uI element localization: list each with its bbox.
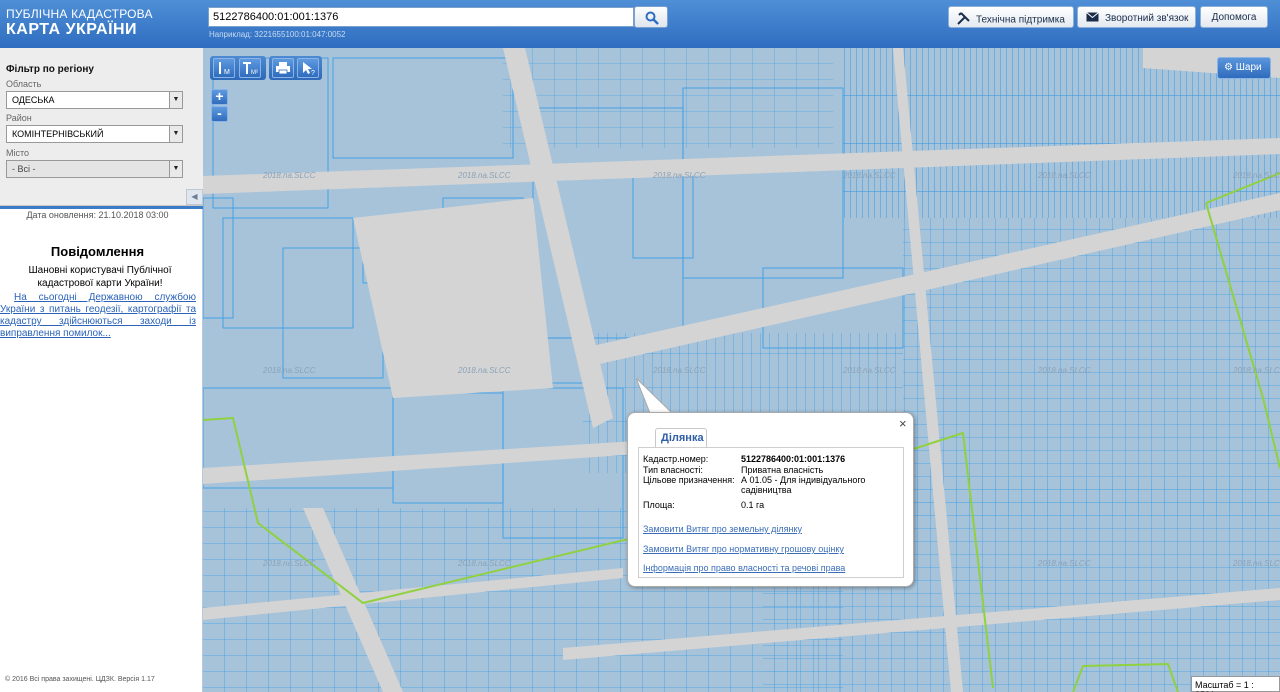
chevron-down-icon: ▼: [169, 161, 182, 177]
svg-text:M: M: [224, 69, 230, 76]
filter-title: Фільтр по регіону: [6, 64, 94, 75]
area-ruler-icon: M²: [243, 62, 258, 76]
raion-value: КОМІНТЕРНІВСЬКИЙ: [12, 129, 104, 139]
print-identify-toolbar: ?: [269, 56, 322, 80]
svg-text:?: ?: [311, 70, 315, 77]
tools-icon: [957, 12, 970, 28]
zoom-out-button[interactable]: -: [211, 106, 228, 122]
help-button[interactable]: Допомога: [1200, 6, 1268, 28]
map-watermark: 2018.na.SLCC: [1232, 366, 1280, 375]
raion-select[interactable]: КОМІНТЕРНІВСЬКИЙ ▼: [6, 125, 183, 143]
map-watermark: 2018.na.SLCC: [842, 171, 896, 180]
measure-distance-button[interactable]: M: [213, 58, 235, 78]
field-key: Тип власності:: [643, 465, 703, 475]
map-watermark: 2018.na.SLCC: [457, 366, 511, 375]
notice-link[interactable]: На сьогодні Державною службою України з …: [0, 292, 196, 340]
logo-line1: ПУБЛІЧНА КАДАСТРОВА: [6, 7, 153, 21]
field-key: Кадастр.номер:: [643, 454, 709, 464]
parcel-details: Кадастр.номер: 5122786400:01:001:1376 Ти…: [638, 447, 904, 578]
map-watermark: 2018.na.SLCC: [1037, 559, 1091, 568]
field-value: Приватна власність: [741, 465, 824, 475]
left-sidebar: Фільтр по регіону Область ОДЕСЬКА ▼ Райо…: [0, 48, 203, 692]
close-icon[interactable]: ×: [899, 416, 907, 431]
oblast-label: Область: [6, 79, 42, 89]
region-filter-panel: Фільтр по регіону Область ОДЕСЬКА ▼ Райо…: [0, 48, 203, 206]
print-button[interactable]: [272, 58, 294, 78]
field-key: Площа:: [643, 500, 675, 510]
feedback-label: Зворотний зв'язок: [1105, 13, 1189, 25]
measure-area-button[interactable]: M²: [239, 58, 261, 78]
map-watermark: 2018.na.SLCC: [1037, 171, 1091, 180]
notice-title: Повідомлення: [50, 244, 145, 259]
collapse-sidebar-button[interactable]: ◀: [186, 189, 203, 205]
printer-icon: [276, 62, 290, 75]
tab-parcel[interactable]: Ділянка: [655, 428, 707, 448]
map-watermark: 2018.na.SLCC: [262, 559, 316, 568]
gear-icon: ⚙: [1224, 62, 1233, 73]
identify-button[interactable]: ?: [297, 58, 319, 78]
logo-line2: КАРТА УКРАЇНИ: [6, 21, 138, 38]
map-watermark: 2018.na.SLCC: [1232, 559, 1280, 568]
field-value: 0.1 га: [741, 500, 765, 510]
map-canvas[interactable]: 2018.na.SLCC 2018.na.SLCC 2018.na.SLCC 2…: [203, 48, 1280, 692]
field-value: 5122786400:01:001:1376: [741, 454, 846, 464]
ownership-info-link[interactable]: Інформація про право власності та речові…: [643, 563, 845, 573]
map-watermark: 2018.na.SLCC: [262, 171, 316, 180]
measure-toolbar: M M²: [210, 56, 266, 80]
cadastral-search-input[interactable]: 5122786400:01:001:1376: [208, 7, 634, 27]
ruler-icon: M: [219, 62, 230, 76]
header: ПУБЛІЧНА КАДАСТРОВА КАРТА УКРАЇНИ 512278…: [0, 0, 1280, 48]
envelope-icon: [1086, 12, 1099, 25]
order-land-extract-link[interactable]: Замовити Витяг про земельну ділянку: [643, 524, 802, 534]
search-hint: Наприклад: 3221655100:01:047:0052: [209, 30, 346, 39]
oblast-value: ОДЕСЬКА: [12, 95, 55, 105]
search-button[interactable]: [634, 6, 668, 28]
parcel-info-popup: × Ділянка Кадастр.номер: 5122786400:01:0…: [627, 412, 914, 587]
map-watermark: 2018.na.SLCC: [1232, 171, 1280, 180]
support-label: Технічна підтримка: [976, 14, 1065, 26]
update-date: Дата оновлення: 21.10.2018 03:00: [26, 210, 169, 220]
misto-select[interactable]: - Всі - ▼: [6, 160, 183, 178]
map-watermark: 2018.na.SLCC: [842, 366, 896, 375]
field-value: А 01.05 - Для індивідуального садівництв…: [741, 475, 866, 495]
layers-label: Шари: [1235, 62, 1262, 73]
cadastral-map[interactable]: 2018.na.SLCC 2018.na.SLCC 2018.na.SLCC 2…: [203, 48, 1280, 692]
site-logo[interactable]: ПУБЛІЧНА КАДАСТРОВА КАРТА УКРАЇНИ: [6, 8, 153, 39]
map-watermark: 2018.na.SLCC: [652, 366, 706, 375]
field-key: Цільове призначення:: [643, 475, 735, 485]
map-watermark: 2018.na.SLCC: [1037, 366, 1091, 375]
cursor-question-icon: ?: [303, 62, 315, 77]
search-icon: [645, 11, 659, 25]
map-watermark: 2018.na.SLCC: [457, 559, 511, 568]
copyright: © 2016 Всі права захищені. ЦДЗК. Версія …: [5, 676, 155, 683]
support-button[interactable]: Технічна підтримка: [948, 6, 1074, 28]
raion-label: Район: [6, 113, 32, 123]
zoom-in-button[interactable]: +: [211, 89, 228, 105]
chevron-down-icon: ▼: [169, 126, 182, 142]
chevron-down-icon: ▼: [169, 92, 182, 108]
popup-pointer: [636, 378, 674, 414]
oblast-select[interactable]: ОДЕСЬКА ▼: [6, 91, 183, 109]
misto-label: Місто: [6, 148, 30, 158]
order-valuation-extract-link[interactable]: Замовити Витяг про нормативну грошову оц…: [643, 544, 844, 554]
layers-button[interactable]: ⚙ Шари: [1217, 57, 1271, 79]
notice-greeting: Шановні користувачі Публічної кадастрово…: [28, 265, 172, 289]
map-watermark: 2018.na.SLCC: [652, 171, 706, 180]
scale-indicator: Масштаб = 1 : 8531: [1191, 676, 1280, 692]
map-watermark: 2018.na.SLCC: [457, 171, 511, 180]
misto-value: - Всі -: [12, 164, 36, 174]
feedback-button[interactable]: Зворотний зв'язок: [1077, 6, 1196, 28]
svg-text:M²: M²: [251, 70, 258, 76]
map-watermark: 2018.na.SLCC: [262, 366, 316, 375]
divider: [0, 206, 203, 209]
